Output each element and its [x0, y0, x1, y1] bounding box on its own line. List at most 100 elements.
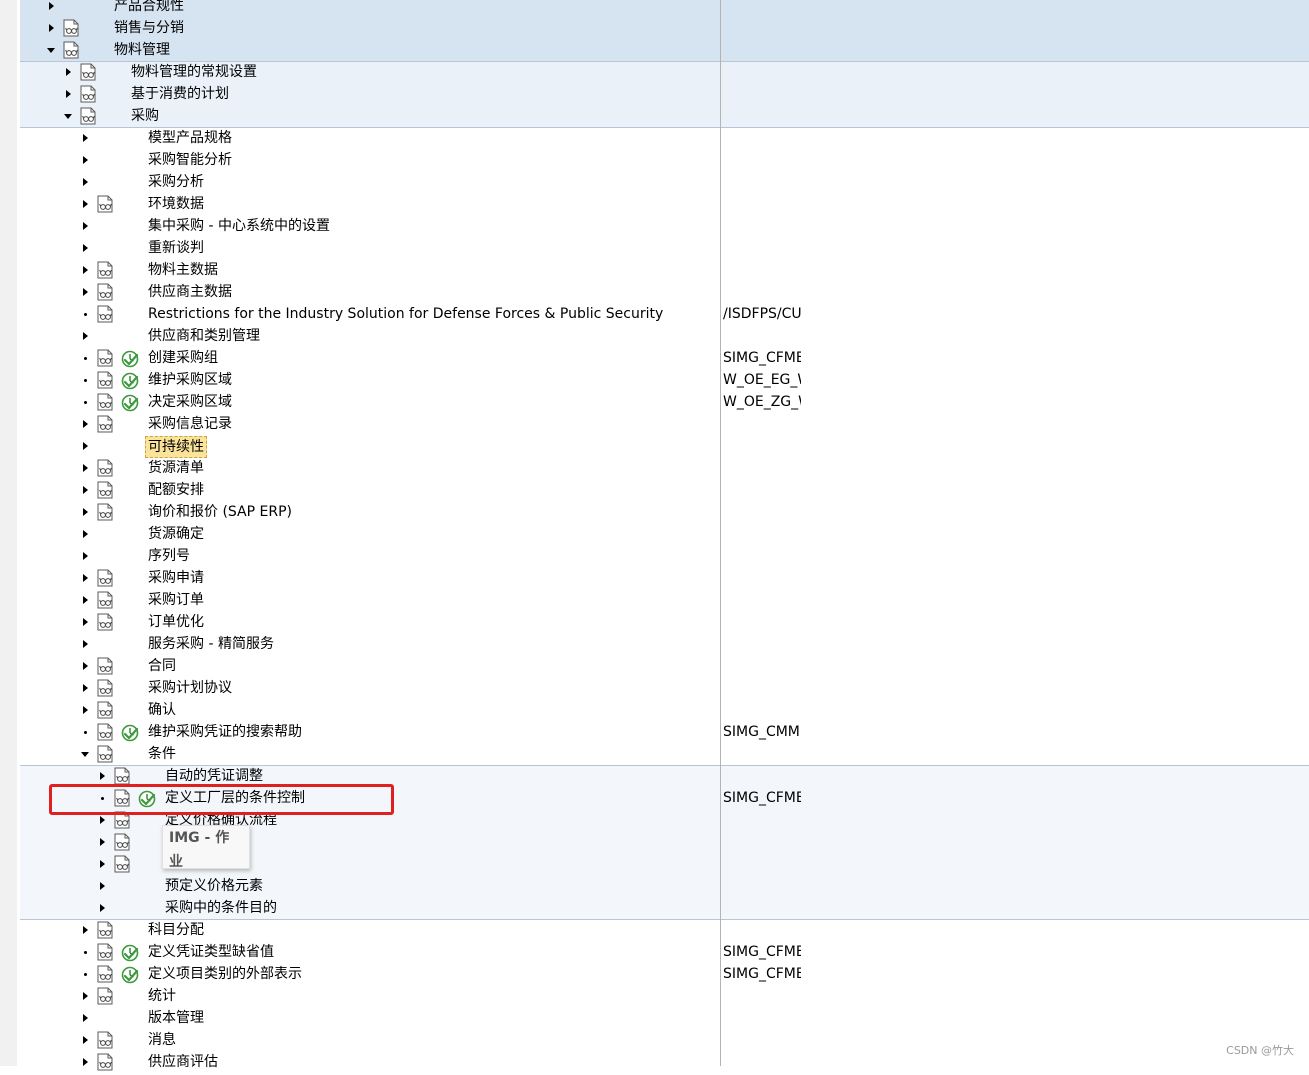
expand-arrow-icon[interactable]: [80, 127, 90, 149]
tree-node-label[interactable]: 基于消费的计划: [131, 83, 229, 105]
tree-node-label[interactable]: 统计: [148, 985, 176, 1007]
tree-node-row[interactable]: 供应商和类别管理: [0, 325, 1309, 347]
tree-node-row[interactable]: 服务采购 - 精简服务: [0, 633, 1309, 655]
tree-node-row[interactable]: 定义项目类别的外部表示 SIMG_CFMENUOMET: [0, 963, 1309, 985]
tree-node-label[interactable]: 采购申请: [148, 567, 204, 589]
tree-node-label[interactable]: 重新谈判: [148, 237, 204, 259]
documentation-icon[interactable]: [96, 1031, 114, 1049]
tree-node-row[interactable]: 采购中的条件目的: [0, 897, 1309, 919]
expand-arrow-icon[interactable]: [80, 149, 90, 171]
expand-arrow-icon[interactable]: [80, 677, 90, 699]
tree-node-label[interactable]: 供应商和类别管理: [148, 325, 260, 347]
expand-arrow-icon[interactable]: [97, 875, 107, 897]
tree-node-label[interactable]: 定义凭证类型缺省值: [148, 941, 274, 963]
execute-activity-icon[interactable]: [137, 789, 157, 809]
tree-node-row[interactable]: 确认: [0, 699, 1309, 721]
tree-node-row[interactable]: 创建采购组 SIMG_CFMENUOMEK: [0, 347, 1309, 369]
documentation-icon[interactable]: [96, 987, 114, 1005]
documentation-icon[interactable]: [79, 107, 97, 125]
documentation-icon[interactable]: [96, 921, 114, 939]
expand-arrow-icon[interactable]: [80, 655, 90, 677]
tree-node-label[interactable]: 科目分配: [148, 919, 204, 941]
expand-arrow-icon[interactable]: [80, 1029, 90, 1051]
expand-arrow-icon[interactable]: [97, 831, 107, 853]
execute-activity-icon[interactable]: [120, 723, 140, 743]
documentation-icon[interactable]: [79, 85, 97, 103]
documentation-icon[interactable]: [96, 283, 114, 301]
expand-arrow-icon[interactable]: [80, 215, 90, 237]
documentation-icon[interactable]: [62, 41, 80, 59]
tree-node-row[interactable]: 科目分配: [0, 919, 1309, 941]
documentation-icon[interactable]: [96, 613, 114, 631]
tree-node-row[interactable]: 重新谈判: [0, 237, 1309, 259]
tree-node-row[interactable]: 采购信息记录: [0, 413, 1309, 435]
collapse-arrow-icon[interactable]: [63, 105, 73, 127]
tree-node-label[interactable]: 创建采购组: [148, 347, 218, 369]
tree-node-row[interactable]: 订单优化: [0, 611, 1309, 633]
documentation-icon[interactable]: [96, 305, 114, 323]
documentation-icon[interactable]: [96, 349, 114, 367]
expand-arrow-icon[interactable]: [80, 171, 90, 193]
expand-arrow-icon[interactable]: [80, 501, 90, 523]
expand-arrow-icon[interactable]: [97, 765, 107, 787]
documentation-icon[interactable]: [62, 19, 80, 37]
execute-activity-icon[interactable]: [120, 943, 140, 963]
tree-node-row[interactable]: 产品合规性: [0, 0, 1309, 17]
tree-node-label[interactable]: 采购订单: [148, 589, 204, 611]
expand-arrow-icon[interactable]: [80, 193, 90, 215]
tree-node-label[interactable]: 合同: [148, 655, 176, 677]
tree-node-row[interactable]: 采购分析: [0, 171, 1309, 193]
expand-arrow-icon[interactable]: [80, 413, 90, 435]
expand-arrow-icon[interactable]: [63, 83, 73, 105]
expand-arrow-icon[interactable]: [80, 523, 90, 545]
expand-arrow-icon[interactable]: [46, 17, 56, 39]
tree-node-row[interactable]: 定义工厂层的条件控制 SIMG_CFMENUOLMEKONC: [0, 787, 1309, 809]
expand-arrow-icon[interactable]: [80, 1007, 90, 1029]
tree-node-row[interactable]: 条件: [0, 743, 1309, 765]
documentation-icon[interactable]: [96, 261, 114, 279]
tree-node-label[interactable]: 产品合规性: [114, 0, 184, 17]
tree-node-label[interactable]: 采购计划协议: [148, 677, 232, 699]
tree-node-label[interactable]: 定义项目类别的外部表示: [148, 963, 302, 985]
tree-node-row[interactable]: 基于消费的计划: [0, 83, 1309, 105]
tree-node-row[interactable]: 环境数据: [0, 193, 1309, 215]
expand-arrow-icon[interactable]: [80, 633, 90, 655]
tree-node-label[interactable]: 采购中的条件目的: [165, 897, 277, 919]
expand-arrow-icon[interactable]: [80, 237, 90, 259]
tree-node-label[interactable]: 自动的凭证调整: [165, 765, 263, 787]
documentation-icon[interactable]: [96, 1053, 114, 1071]
tree-node-label[interactable]: 销售与分销: [114, 17, 184, 39]
tree-node-label[interactable]: 供应商评估: [148, 1051, 218, 1073]
tree-node-row[interactable]: 物料管理的常规设置: [0, 61, 1309, 83]
tree-node-row[interactable]: 供应商主数据: [0, 281, 1309, 303]
documentation-icon[interactable]: [96, 701, 114, 719]
expand-arrow-icon[interactable]: [80, 545, 90, 567]
expand-arrow-icon[interactable]: [97, 853, 107, 875]
expand-arrow-icon[interactable]: [80, 567, 90, 589]
tree-node-label[interactable]: 消息: [148, 1029, 176, 1051]
tree-node-label[interactable]: 货源确定: [148, 523, 204, 545]
tree-node-row[interactable]: 消息: [0, 1029, 1309, 1051]
execute-activity-icon[interactable]: [120, 349, 140, 369]
tree-node-row[interactable]: 询价和报价 (SAP ERP): [0, 501, 1309, 523]
tree-node-label[interactable]: 确认: [148, 699, 176, 721]
execute-activity-icon[interactable]: [120, 371, 140, 391]
execute-activity-icon[interactable]: [120, 393, 140, 413]
tree-node-label[interactable]: 维护采购区域: [148, 369, 232, 391]
documentation-icon[interactable]: [113, 811, 131, 829]
tree-node-label[interactable]: 物料管理的常规设置: [131, 61, 257, 83]
tree-node-row[interactable]: 供应商评估: [0, 1051, 1309, 1073]
expand-arrow-icon[interactable]: [80, 699, 90, 721]
execute-activity-icon[interactable]: [120, 965, 140, 985]
tree-node-label[interactable]: 预定义价格元素: [165, 875, 263, 897]
expand-arrow-icon[interactable]: [97, 897, 107, 919]
documentation-icon[interactable]: [96, 965, 114, 983]
tree-node-label[interactable]: 环境数据: [148, 193, 204, 215]
tree-node-row[interactable]: 采购申请: [0, 567, 1309, 589]
documentation-icon[interactable]: [96, 591, 114, 609]
tree-node-row[interactable]: 货源清单: [0, 457, 1309, 479]
documentation-icon[interactable]: [96, 723, 114, 741]
expand-arrow-icon[interactable]: [80, 919, 90, 941]
expand-arrow-icon[interactable]: [80, 985, 90, 1007]
tree-node-row[interactable]: 物料管理: [0, 39, 1309, 61]
